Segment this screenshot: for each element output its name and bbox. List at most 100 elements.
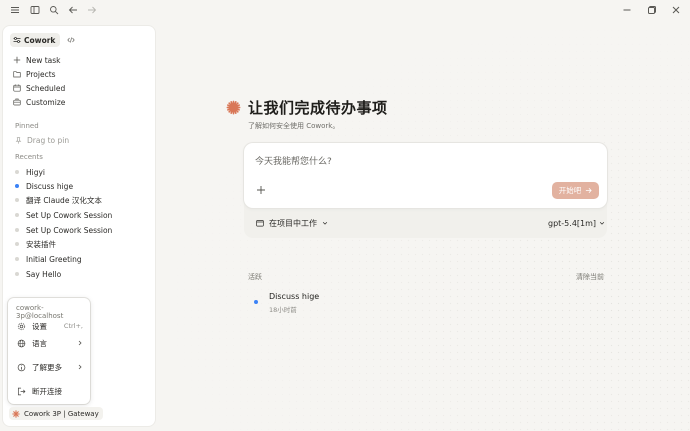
chevron-down-icon [599,220,605,226]
status-dot [15,257,19,261]
status-dot [15,213,19,217]
model-selector[interactable]: gpt-5.4[1m] [548,217,605,229]
start-button[interactable]: 开始吧 [552,182,599,199]
recent-label: Initial Greeting [26,254,82,264]
recent-item[interactable]: Discuss hige [15,180,73,192]
account-email: cowork-3p@localhost [16,304,64,320]
nav-label: Customize [26,97,66,107]
menu-item-label: 设置 [32,321,47,331]
shortcut-hint: Ctrl+, [63,322,83,330]
forward-arrow-icon[interactable] [85,3,99,17]
nav-label: Scheduled [26,83,66,93]
title-bar [0,0,690,20]
arrow-right-icon [585,187,592,194]
status-dot [254,300,258,304]
sparkle-icon [12,409,20,418]
nav-label: New task [26,55,61,65]
mode-label: Cowork [24,35,56,45]
nav-customize[interactable]: Customize [12,96,65,108]
back-arrow-icon[interactable] [66,3,80,17]
restore-icon[interactable] [645,3,659,17]
prompt-card: 今天我能帮您什么? 开始吧 在项目中工作 gpt-5.4[1m] [244,143,607,238]
plus-icon [12,56,21,65]
menu-item-label: 语言 [32,338,47,348]
logout-icon [17,387,26,396]
gear-icon [17,322,26,331]
recent-item[interactable]: Set Up Cowork Session [15,224,112,236]
clock-icon [12,84,21,93]
pin-hint-label: Drag to pin [27,135,70,145]
gateway-label: Cowork 3P | Gateway [24,409,99,418]
welcome-heading: 让我们完成待办事项 [226,97,388,118]
recent-label: Higyi [26,167,46,177]
info-icon [17,363,26,372]
menu-item-label: 断开连接 [32,386,62,396]
recent-label: Discuss hige [26,181,74,191]
menu-item-settings[interactable]: 设置 Ctrl+, [17,320,83,332]
code-icon [67,36,76,44]
status-dot [15,198,19,202]
page-title: 让我们完成待办事项 [248,99,388,117]
nav-scheduled[interactable]: Scheduled [12,82,65,94]
chevron-down-icon [322,220,328,226]
menu-item-disconnect[interactable]: 断开连接 [17,385,83,397]
prompt-placeholder: 今天我能帮您什么? [255,157,332,167]
menu-item-label: 了解更多 [32,362,62,372]
activity-title: Discuss hige [269,292,320,301]
cowork-mode-button[interactable]: Cowork [10,33,61,47]
mode-switcher: Cowork [10,33,78,47]
recents-heading: Recents [15,153,43,161]
status-dot [15,170,19,174]
attach-button[interactable] [255,184,267,196]
activity-heading: 活跃 [248,273,262,281]
folder-icon [256,219,264,227]
prompt-input[interactable]: 今天我能帮您什么? 开始吧 [244,143,607,208]
clear-current-link[interactable]: 清除当前 [576,272,604,282]
nav-projects[interactable]: Projects [12,68,56,80]
recent-item[interactable]: Set Up Cowork Session [15,209,112,221]
recent-item[interactable]: 翻译 Claude 汉化文本 [15,194,102,206]
status-dot [15,272,19,276]
menu-item-learn-more[interactable]: 了解更多 [17,361,83,373]
gateway-badge[interactable]: Cowork 3P | Gateway [9,407,103,420]
sliders-icon [13,36,21,44]
safety-link[interactable]: 了解如何安全使用 Cowork。 [248,121,339,131]
status-dot [15,228,19,232]
recent-label: Say Hello [26,269,62,279]
menu-icon[interactable] [8,3,22,17]
menu-item-language[interactable]: 语言 [17,337,83,349]
pin-icon [15,136,22,144]
account-menu: cowork-3p@localhost 设置 Ctrl+, 语言 了解更多 断开… [8,298,90,404]
status-dot [15,242,19,246]
minimize-icon[interactable] [620,3,634,17]
close-icon[interactable] [669,3,683,17]
pin-hint: Drag to pin [15,134,69,146]
project-selector-label: 在项目中工作 [269,218,317,228]
activity-time: 18小时前 [269,306,297,314]
folder-icon [12,70,21,79]
nav-label: Projects [26,69,56,79]
recent-item[interactable]: Initial Greeting [15,253,82,265]
project-selector[interactable]: 在项目中工作 [256,217,328,229]
chevron-right-icon [77,340,83,346]
search-icon[interactable] [47,3,61,17]
start-button-label: 开始吧 [558,186,582,195]
sparkle-icon [226,100,241,115]
recent-label: 翻译 Claude 汉化文本 [26,195,102,205]
recent-label: Set Up Cowork Session [26,210,113,220]
recent-item[interactable]: 安装插件 [15,238,56,250]
recent-item[interactable]: Higyi [15,166,45,178]
chevron-right-icon [77,364,83,370]
briefcase-icon [12,98,21,107]
pinned-heading: Pinned [15,122,39,130]
recent-item[interactable]: Say Hello [15,268,61,280]
recent-label: Set Up Cowork Session [26,225,113,235]
model-selector-label: gpt-5.4[1m] [548,218,597,228]
recent-label: 安装插件 [26,239,56,249]
status-dot [15,184,19,188]
plus-icon [256,185,266,195]
globe-icon [17,339,26,348]
code-mode-button[interactable] [64,33,78,47]
nav-new-task[interactable]: New task [12,54,61,66]
sidebar-toggle-icon[interactable] [28,3,42,17]
